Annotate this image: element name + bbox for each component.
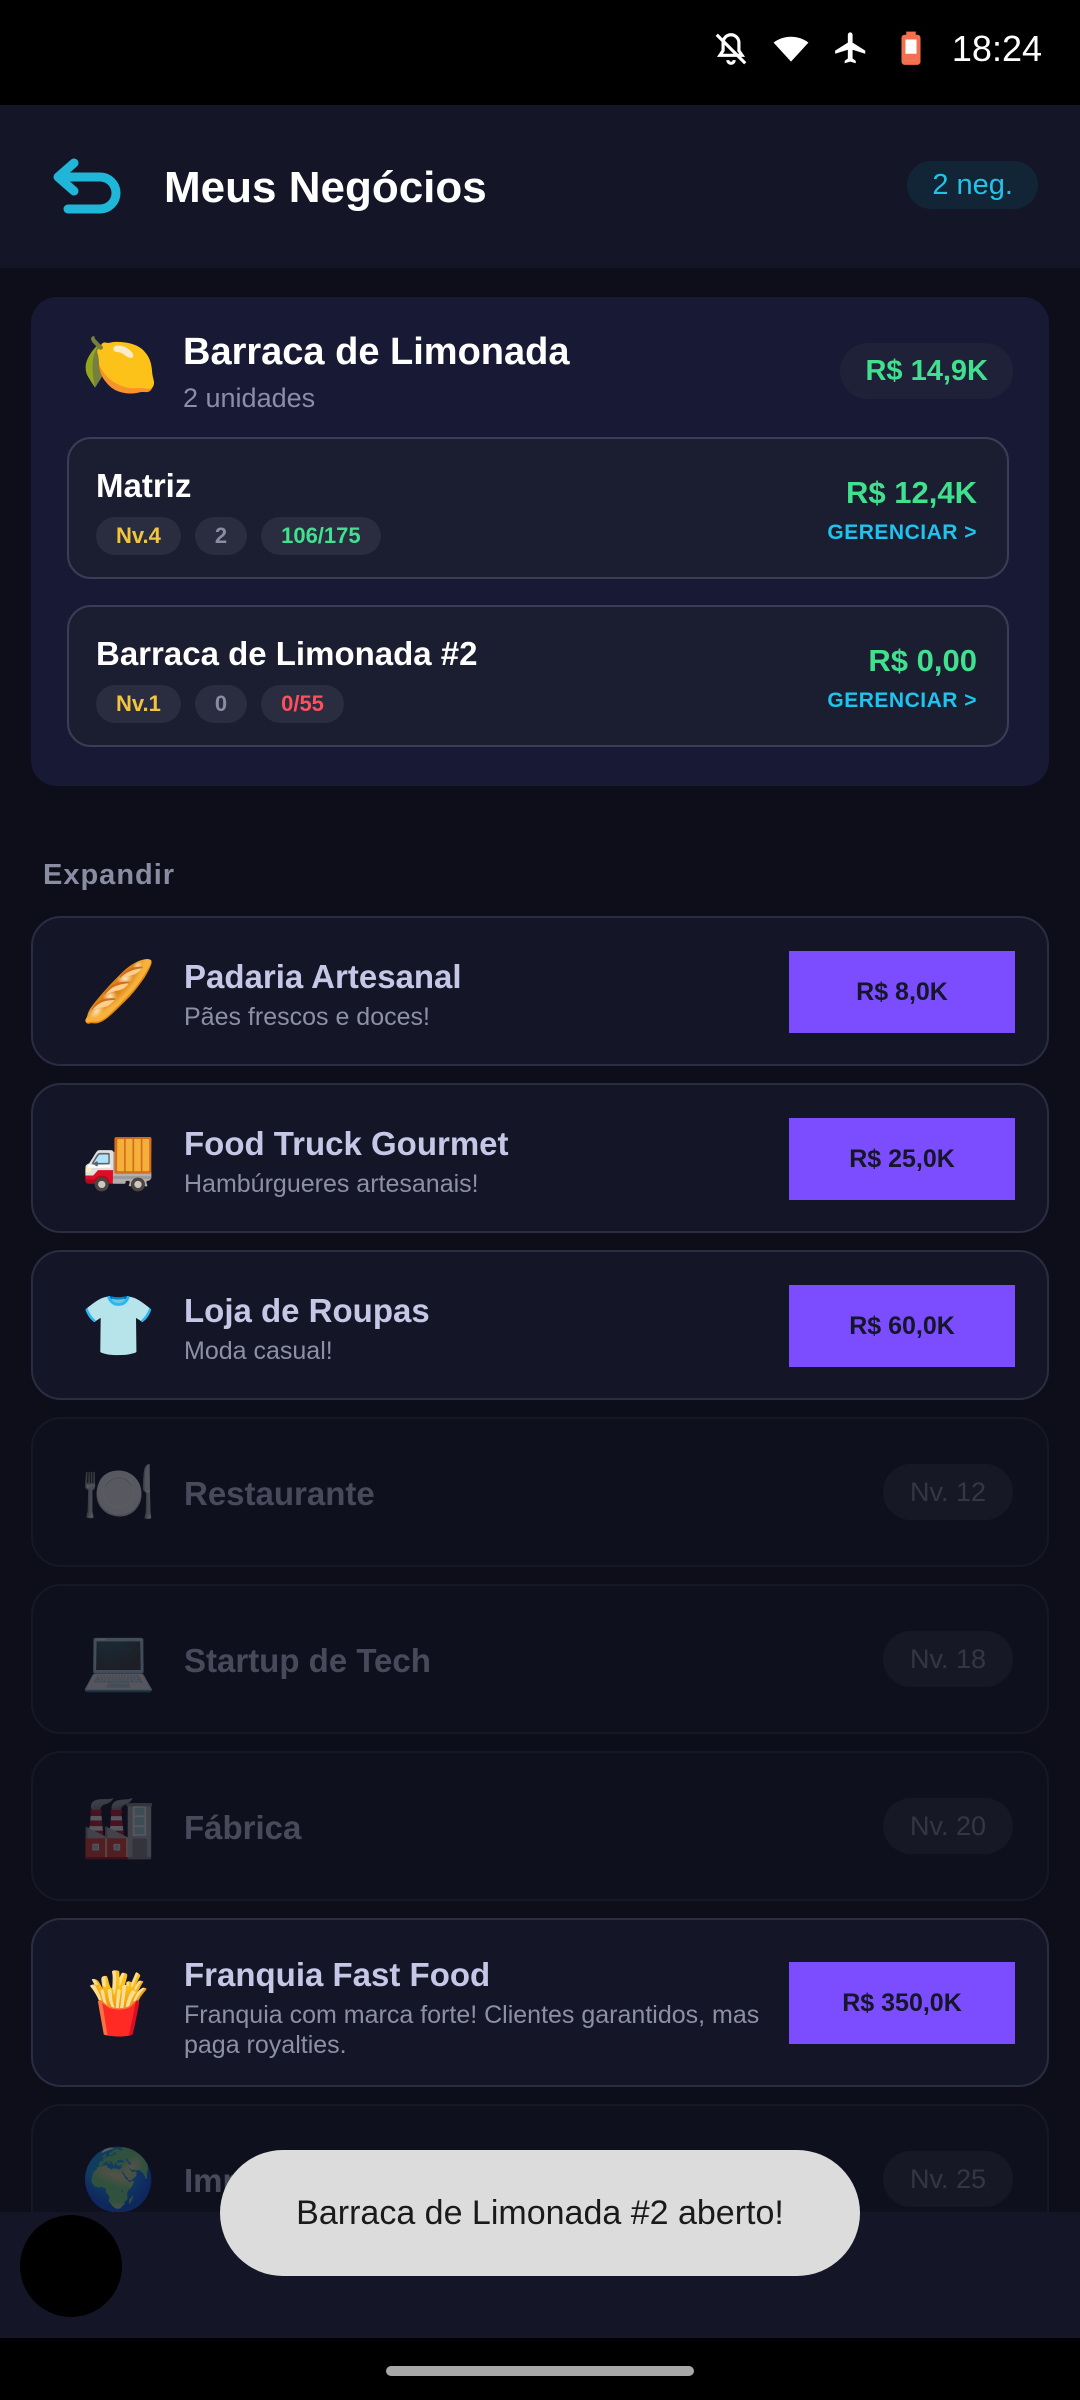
unit-capacity-chip: 106/175: [261, 517, 381, 555]
expand-item-startup-tech: 💻 Startup de Tech Nv. 18: [31, 1584, 1049, 1734]
required-level-badge: Nv. 12: [882, 1464, 1013, 1520]
expand-item-name: Loja de Roupas: [184, 1292, 430, 1329]
fries-icon: 🍟: [81, 1970, 156, 2037]
clock: 18:24: [951, 28, 1042, 69]
factory-icon: 🏭: [81, 1793, 156, 1860]
expand-item-padaria[interactable]: 🥖 Padaria Artesanal Pães frescos e doces…: [31, 916, 1049, 1066]
expand-item-description: Pães frescos e doces!: [184, 1003, 430, 1031]
page-title: Meus Negócios: [164, 163, 487, 212]
lemon-icon: 🍋: [81, 331, 159, 400]
airplane-icon: [835, 32, 866, 64]
expand-item-loja-roupas[interactable]: 👕 Loja de Roupas Moda casual! R$ 60,0K: [31, 1250, 1049, 1400]
expand-item-description: Moda casual!: [184, 1337, 333, 1365]
toast-message: Barraca de Limonada #2 aberto!: [220, 2150, 860, 2276]
unit-name: Matriz: [96, 467, 192, 504]
unit-level-chip: Nv.4: [96, 517, 181, 555]
wifi-icon: [773, 36, 809, 62]
expand-item-name: Food Truck Gourmet: [184, 1125, 509, 1162]
expand-item-fabrica: 🏭 Fábrica Nv. 20: [31, 1751, 1049, 1901]
globe-icon: 🌍: [81, 2146, 156, 2213]
business-units: 2 unidades: [183, 383, 316, 413]
expand-item-description: Franquia com marca forte! Clientes garan…: [184, 2001, 760, 2059]
notifications-off-icon: [715, 33, 747, 65]
required-level-badge: Nv. 18: [882, 1631, 1013, 1687]
tshirt-icon: 👕: [81, 1292, 156, 1359]
expand-item-franquia-fast-food[interactable]: 🍟 Franquia Fast Food Franquia com marca …: [31, 1918, 1049, 2087]
expand-item-description: Hambúrgueres artesanais!: [184, 1170, 479, 1198]
home-gesture-handle[interactable]: [386, 2366, 694, 2376]
system-navigation-bar: [0, 2338, 1080, 2400]
unit-name: Barraca de Limonada #2: [96, 635, 478, 672]
business-name: Barraca de Limonada: [183, 331, 570, 373]
manage-link[interactable]: GERENCIAR >: [827, 521, 977, 545]
manage-link[interactable]: GERENCIAR >: [827, 689, 977, 713]
expand-item-name: Fábrica: [184, 1809, 302, 1846]
expand-item-restaurante: 🍽️ Restaurante Nv. 12: [31, 1417, 1049, 1567]
floating-action-button[interactable]: [20, 2215, 122, 2317]
status-bar: 18:24: [0, 0, 1080, 105]
expand-section-title: Expandir: [43, 859, 176, 891]
unit-card-barraca-2[interactable]: Barraca de Limonada #2 Nv.1 0 0/55 R$ 0,…: [67, 605, 1009, 747]
expand-item-name: Startup de Tech: [184, 1642, 431, 1679]
expand-item-food-truck[interactable]: 🚚 Food Truck Gourmet Hambúrgueres artesa…: [31, 1083, 1049, 1233]
owned-business-card: 🍋 Barraca de Limonada 2 unidades R$ 14,9…: [31, 297, 1049, 786]
battery-low-icon: [901, 31, 921, 65]
unit-level-chip: Nv.1: [96, 685, 181, 723]
unit-card-matriz[interactable]: Matriz Nv.4 2 106/175 R$ 12,4K GERENCIAR…: [67, 437, 1009, 579]
business-count-badge: 2 neg.: [907, 161, 1038, 209]
unit-capacity-chip: 0/55: [261, 685, 344, 723]
undo-arrow-icon[interactable]: [52, 155, 122, 221]
buy-button[interactable]: R$ 25,0K: [789, 1118, 1015, 1200]
buy-button[interactable]: R$ 60,0K: [789, 1285, 1015, 1367]
business-total-value: R$ 14,9K: [840, 343, 1013, 399]
unit-employees-chip: 2: [194, 517, 248, 555]
required-level-badge: Nv. 25: [882, 2151, 1013, 2207]
expand-item-name: Restaurante: [184, 1475, 375, 1512]
unit-value: R$ 12,4K: [846, 475, 977, 510]
baguette-icon: 🥖: [81, 958, 156, 1025]
app-bar: Meus Negócios 2 neg.: [0, 105, 1080, 268]
buy-button[interactable]: R$ 8,0K: [789, 951, 1015, 1033]
truck-icon: 🚚: [81, 1125, 156, 1192]
expand-item-name: Franquia Fast Food: [184, 1956, 491, 1993]
required-level-badge: Nv. 20: [882, 1798, 1013, 1854]
plate-cutlery-icon: 🍽️: [81, 1459, 156, 1526]
unit-employees-chip: 0: [194, 685, 248, 723]
laptop-icon: 💻: [81, 1626, 156, 1693]
expand-item-name: Padaria Artesanal: [184, 958, 462, 995]
unit-value: R$ 0,00: [868, 643, 977, 678]
buy-button[interactable]: R$ 350,0K: [789, 1962, 1015, 2044]
